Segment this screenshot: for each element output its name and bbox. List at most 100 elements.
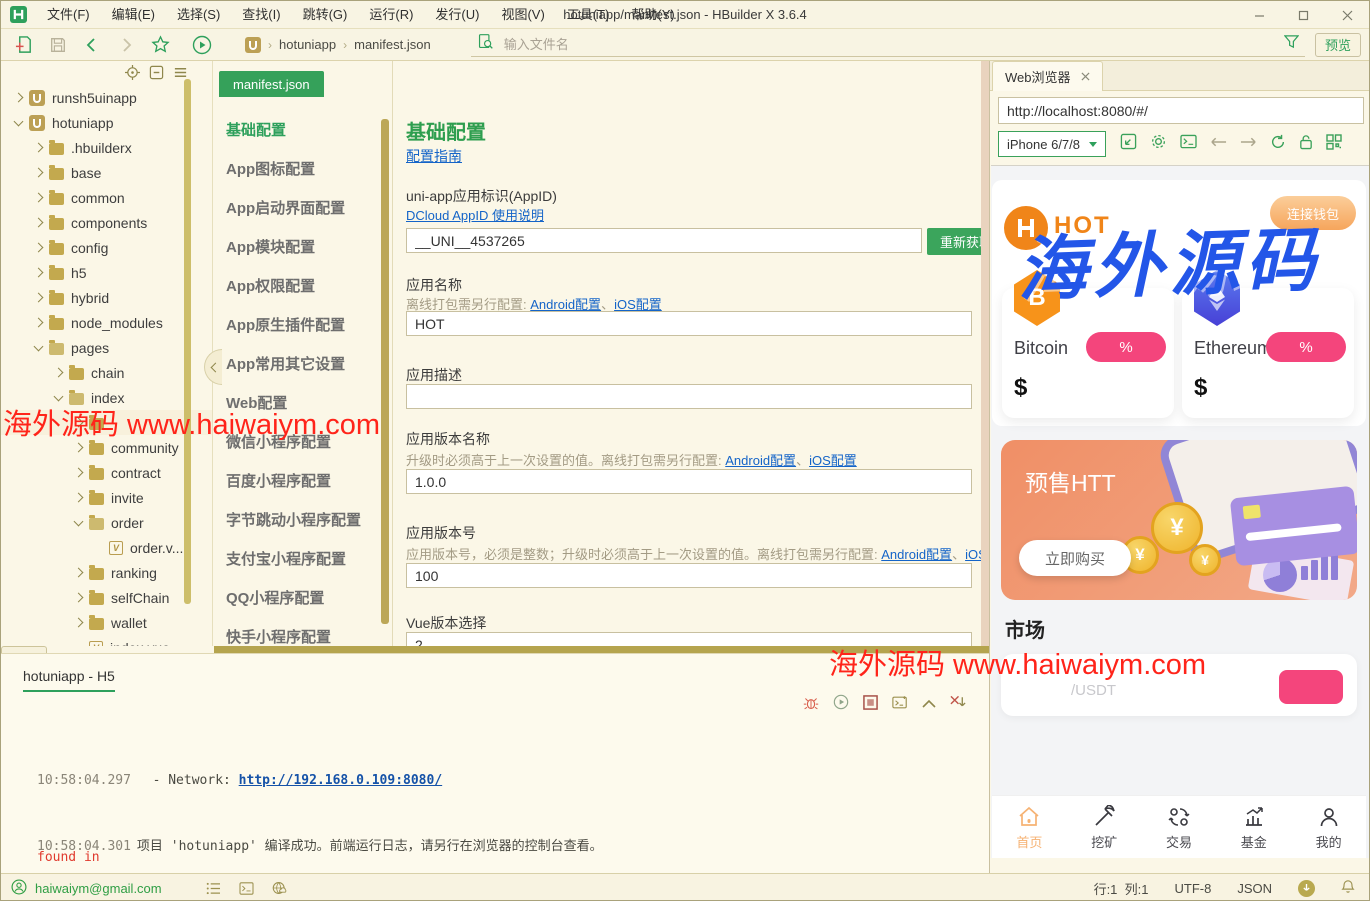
- manifest-tab[interactable]: manifest.json: [219, 71, 324, 97]
- menu-select[interactable]: 选择(S): [166, 1, 231, 29]
- dcloud-appid-help-link[interactable]: DCloud AppID 使用说明: [406, 208, 544, 223]
- filter-icon[interactable]: [1284, 34, 1299, 54]
- encoding-indicator[interactable]: UTF-8: [1174, 881, 1211, 896]
- tree-scrollbar[interactable]: [184, 79, 191, 604]
- gear-icon[interactable]: [1150, 133, 1167, 155]
- file-search-input[interactable]: [502, 36, 1276, 53]
- confignav-scrollbar[interactable]: [381, 119, 389, 624]
- nav-app-permission-config[interactable]: App权限配置: [226, 275, 315, 296]
- config-guide-link[interactable]: 配置指南: [406, 148, 462, 164]
- syntax-indicator[interactable]: JSON: [1237, 881, 1272, 896]
- app-desc-input[interactable]: [406, 384, 972, 409]
- tree-item-h5[interactable]: h5: [1, 260, 212, 285]
- download-icon[interactable]: [1298, 880, 1315, 897]
- browser-back-icon[interactable]: [1210, 135, 1227, 153]
- nav-basic-config[interactable]: 基础配置: [226, 119, 286, 140]
- version-code-input[interactable]: [406, 563, 972, 588]
- menu-goto[interactable]: 跳转(G): [292, 1, 359, 29]
- tree-item-index-vue[interactable]: Vindex.vue: [1, 635, 212, 646]
- run-icon[interactable]: [185, 32, 219, 58]
- appid-input[interactable]: [406, 228, 922, 253]
- save-icon[interactable]: [41, 32, 75, 58]
- android-config-link[interactable]: Android配置: [725, 453, 796, 468]
- tree-item-hbuilderx[interactable]: .hbuilderx: [1, 135, 212, 160]
- menu-publish[interactable]: 发行(U): [424, 1, 490, 29]
- debug-bug-icon[interactable]: [803, 695, 819, 715]
- presale-banner[interactable]: ¥ ¥ ¥ 预售HTT 立即购买: [1001, 440, 1357, 600]
- new-file-icon[interactable]: [7, 32, 41, 58]
- browser-url-input[interactable]: [998, 97, 1364, 124]
- collapse-all-icon[interactable]: [149, 65, 164, 85]
- star-icon[interactable]: [143, 32, 177, 58]
- qr-code-icon[interactable]: [1326, 134, 1342, 155]
- nav-app-icon-config[interactable]: App图标配置: [226, 158, 315, 179]
- menu-run[interactable]: 运行(R): [358, 1, 424, 29]
- nav-trade[interactable]: 交易: [1142, 796, 1217, 858]
- nav-alipay-mp-config[interactable]: 支付宝小程序配置: [226, 548, 346, 569]
- android-config-link[interactable]: Android配置: [530, 297, 601, 312]
- breadcrumb-file[interactable]: manifest.json: [354, 37, 431, 52]
- buy-now-button[interactable]: 立即购买: [1019, 540, 1131, 576]
- menu-view[interactable]: 视图(V): [490, 1, 555, 29]
- console-tab[interactable]: hotuniapp - H5: [23, 668, 115, 692]
- tree-item-base[interactable]: base: [1, 160, 212, 185]
- menu-file[interactable]: 文件(F): [36, 1, 101, 29]
- app-name-input[interactable]: [406, 311, 972, 336]
- bell-icon[interactable]: [1341, 879, 1355, 897]
- nav-app-module-config[interactable]: App模块配置: [226, 236, 315, 257]
- minimize-button[interactable]: [1237, 1, 1281, 29]
- terminal-icon[interactable]: [892, 695, 908, 715]
- nav-baidu-mp-config[interactable]: 百度小程序配置: [226, 470, 331, 491]
- device-selector[interactable]: iPhone 6/7/8: [998, 131, 1106, 157]
- lock-icon[interactable]: [1299, 134, 1313, 155]
- tree-item-order-vue[interactable]: Vorder.v...: [1, 535, 212, 560]
- tree-item-pages[interactable]: pages: [1, 335, 212, 360]
- locate-file-icon[interactable]: [125, 65, 140, 85]
- browser-forward-icon[interactable]: [1240, 135, 1257, 153]
- nav-app-native-plugin-config[interactable]: App原生插件配置: [226, 314, 345, 335]
- tree-item-contract[interactable]: contract: [1, 460, 212, 485]
- nav-mining[interactable]: 挖矿: [1067, 796, 1142, 858]
- close-webview-icon[interactable]: [1081, 69, 1090, 84]
- ios-config-link[interactable]: iOS配置: [809, 453, 857, 468]
- account-icon[interactable]: [11, 879, 27, 898]
- regenerate-appid-button[interactable]: 重新获取: [927, 228, 989, 255]
- account-email[interactable]: haiwaiym@gmail.com: [35, 881, 162, 896]
- resume-icon[interactable]: [833, 694, 849, 715]
- preview-button[interactable]: 预览: [1315, 33, 1361, 57]
- nav-fund[interactable]: 基金: [1216, 796, 1291, 858]
- android-config-link[interactable]: Android配置: [881, 547, 952, 562]
- nav-app-misc-config[interactable]: App常用其它设置: [226, 353, 345, 374]
- tree-item-node-modules[interactable]: node_modules: [1, 310, 212, 335]
- tree-item-hybrid[interactable]: hybrid: [1, 285, 212, 310]
- tree-item-runsh5uinapp[interactable]: runsh5uinapp: [1, 85, 212, 110]
- terminal-icon[interactable]: [239, 882, 254, 895]
- outline-list-icon[interactable]: [206, 882, 221, 895]
- tree-item-invite[interactable]: invite: [1, 485, 212, 510]
- tree-item-components[interactable]: components: [1, 210, 212, 235]
- tree-item-ranking[interactable]: ranking: [1, 560, 212, 585]
- stop-icon[interactable]: [863, 695, 878, 715]
- refresh-icon[interactable]: [1270, 134, 1286, 155]
- menu-edit[interactable]: 编辑(E): [101, 1, 166, 29]
- nav-bytedance-mp-config[interactable]: 字节跳动小程序配置: [226, 509, 361, 530]
- collapse-panel-icon[interactable]: [922, 696, 936, 714]
- maximize-button[interactable]: [1281, 1, 1325, 29]
- nav-profile[interactable]: 我的: [1291, 796, 1366, 858]
- close-button[interactable]: [1325, 1, 1369, 29]
- tree-item-wallet[interactable]: wallet: [1, 610, 212, 635]
- breadcrumb-project[interactable]: hotuniapp: [279, 37, 336, 52]
- nav-app-splash-config[interactable]: App启动界面配置: [226, 197, 345, 218]
- open-external-icon[interactable]: [1120, 133, 1137, 155]
- network-url-link[interactable]: http://192.168.0.109:8080/: [239, 773, 443, 788]
- webview-tab[interactable]: Web浏览器: [992, 61, 1103, 91]
- tree-item-chain[interactable]: chain: [1, 360, 212, 385]
- nav-home[interactable]: 首页: [992, 796, 1067, 858]
- tree-item-hotuniapp[interactable]: hotuniapp: [1, 110, 212, 135]
- nav-kuaishou-mp-config[interactable]: 快手小程序配置: [226, 626, 331, 646]
- tree-item-order[interactable]: order: [1, 510, 212, 535]
- nav-qq-mp-config[interactable]: QQ小程序配置: [226, 587, 324, 608]
- editor-scrollbar[interactable]: [981, 61, 989, 646]
- back-icon[interactable]: [75, 32, 109, 58]
- version-name-input[interactable]: [406, 469, 972, 494]
